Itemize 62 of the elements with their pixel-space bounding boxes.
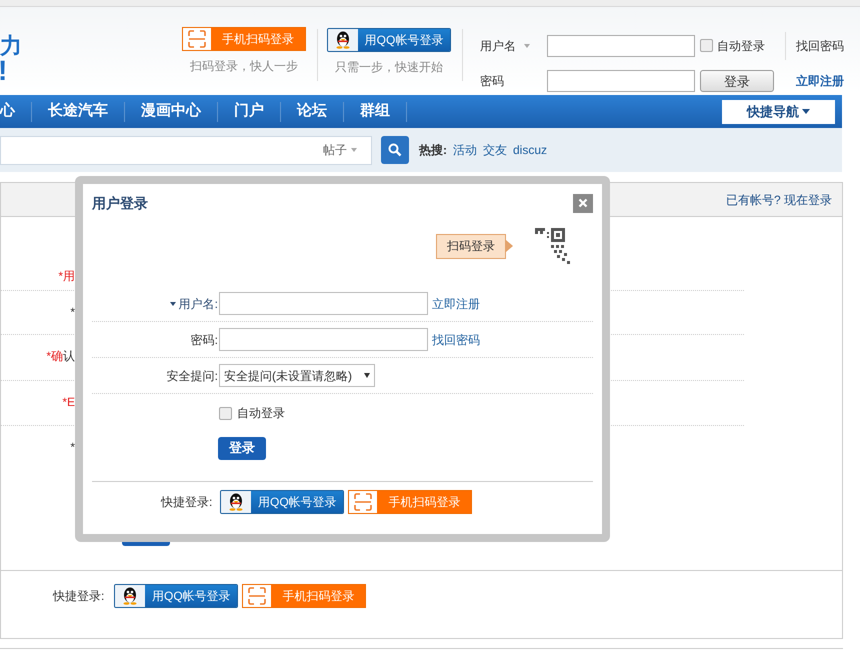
field-label: 用户名: xyxy=(178,296,218,312)
close-button[interactable] xyxy=(573,194,593,212)
checkbox[interactable] xyxy=(219,406,232,420)
caret-icon xyxy=(351,148,357,152)
caret-icon xyxy=(364,373,370,378)
security-question-dropdown[interactable]: 安全提问(未设置请忽略) xyxy=(219,364,375,387)
link[interactable]: 找回密码 xyxy=(432,330,480,348)
caret-icon[interactable] xyxy=(170,302,176,306)
input-field[interactable] xyxy=(219,328,428,351)
scan-frame-icon xyxy=(354,492,372,510)
field-label: * xyxy=(69,304,75,321)
field-label: 密码: xyxy=(190,332,218,348)
quick-login-label: 快捷登录: xyxy=(161,494,212,510)
quick-login-label: 快捷登录: xyxy=(53,588,104,604)
nav-item[interactable]: 漫画中心 xyxy=(125,100,217,123)
login-link[interactable]: 已有帐号? 现在登录 xyxy=(726,190,832,208)
nav-item[interactable]: 长途汽车 xyxy=(32,100,124,123)
input-field[interactable] xyxy=(219,292,428,315)
qq-login-button[interactable]: 用QQ帐号登录 xyxy=(220,490,344,514)
penguin-icon xyxy=(335,31,351,49)
dialog-title: 用户登录 xyxy=(92,194,148,212)
checkbox-label: 自动登录 xyxy=(237,405,285,422)
penguin-icon xyxy=(122,586,138,604)
hot-label: 热搜: xyxy=(419,142,447,159)
qr-code-icon[interactable] xyxy=(535,228,571,264)
scan-frame-icon xyxy=(188,30,206,48)
link[interactable]: discuz xyxy=(513,141,548,159)
checkbox-label: 自动登录 xyxy=(717,38,765,55)
nav-item[interactable]: 门户 xyxy=(218,100,280,123)
field-label: *E xyxy=(61,394,75,411)
qq-login-button[interactable]: 用QQ帐号登录 xyxy=(327,28,451,52)
input-field[interactable] xyxy=(547,70,695,92)
field-label: * xyxy=(69,439,75,456)
login-button[interactable]: 登录 xyxy=(218,436,266,460)
quick-nav-button[interactable]: 快捷导航 xyxy=(722,100,835,124)
login-button[interactable]: 登录 xyxy=(700,70,774,92)
logo-text: ! xyxy=(0,57,8,85)
nav-item[interactable]: 论坛 xyxy=(281,100,343,123)
link[interactable]: 活动 xyxy=(453,141,477,159)
qq-login-button[interactable]: 用QQ帐号登录 xyxy=(114,584,238,608)
link[interactable]: 立即注册 xyxy=(432,294,480,312)
link[interactable]: 交友 xyxy=(483,141,507,159)
field-label: *确认 xyxy=(45,348,75,365)
checkbox[interactable] xyxy=(700,39,713,52)
search-field[interactable]: 帖子 xyxy=(0,136,372,164)
caption: 扫码登录，快人一步 xyxy=(190,58,298,75)
nav-item[interactable]: 群组 xyxy=(344,100,406,123)
penguin-icon xyxy=(228,492,244,510)
search-icon xyxy=(388,143,402,157)
field-label: 安全提问: xyxy=(166,368,218,384)
field-label: 用户名 xyxy=(480,38,516,55)
search-button[interactable] xyxy=(381,136,409,164)
scope-dropdown[interactable]: 帖子 xyxy=(323,141,357,159)
close-icon xyxy=(578,198,588,208)
field-label: *用 xyxy=(57,268,75,285)
caret-icon xyxy=(802,109,810,114)
caption: 只需一步，快速开始 xyxy=(335,59,443,76)
register-link[interactable]: 立即注册 xyxy=(786,72,844,90)
link[interactable]: 找回密码 xyxy=(786,36,844,55)
field-label: 密码 xyxy=(480,73,505,90)
input-field[interactable] xyxy=(547,34,695,57)
scan-frame-icon xyxy=(248,586,266,604)
